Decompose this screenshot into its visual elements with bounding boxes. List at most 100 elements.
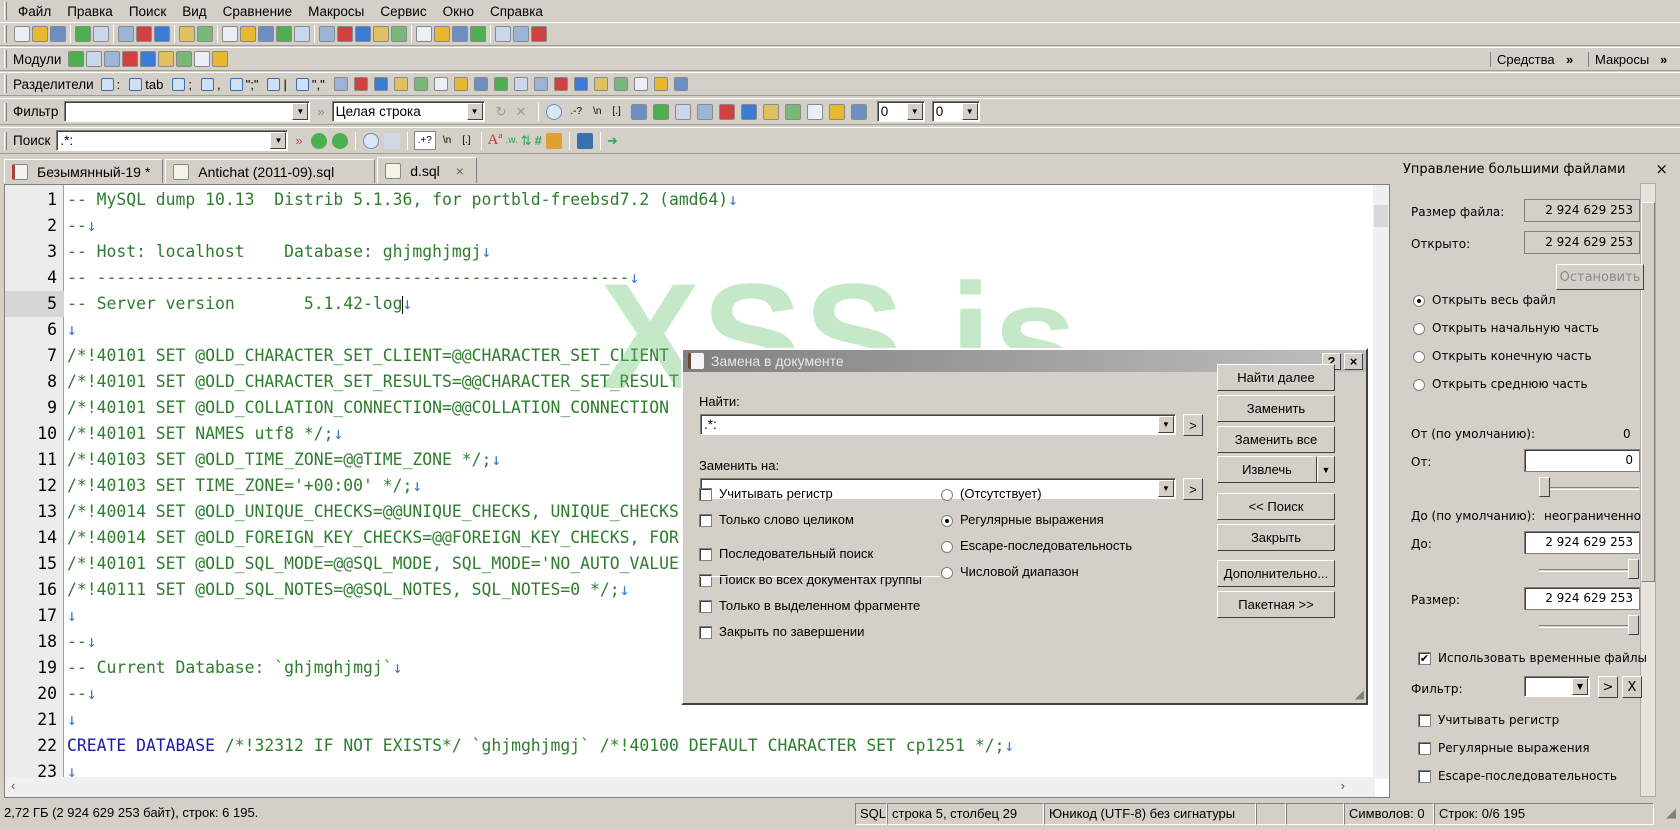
open-mode-radio[interactable]: Открыть начальную часть xyxy=(1413,321,1599,335)
sort-za-icon[interactable] xyxy=(433,77,448,91)
whole-word-icon[interactable] xyxy=(652,103,669,120)
case-icon[interactable] xyxy=(630,103,647,120)
sort-az-icon[interactable] xyxy=(413,77,428,91)
panel-filter-select[interactable]: ▼ xyxy=(1524,676,1590,697)
scroll-left-icon[interactable]: ‹ xyxy=(11,778,15,793)
dropdown-arrow-icon[interactable]: ▼ xyxy=(292,103,309,120)
encoding[interactable]: Юникод (UTF-8) без сигнатуры xyxy=(1044,803,1256,825)
copy-icon[interactable] xyxy=(136,26,152,42)
option-checkbox[interactable]: Последовательный поиск xyxy=(699,546,873,562)
scroll-thumb[interactable] xyxy=(1641,202,1655,582)
table-icon[interactable] xyxy=(86,51,103,67)
dropdown-arrow-icon[interactable]: ▼ xyxy=(1572,678,1588,695)
menu-macros[interactable]: Макросы xyxy=(300,4,372,19)
cut-icon[interactable] xyxy=(118,26,134,42)
filter-context-before[interactable]: 0 ▼ xyxy=(876,101,925,122)
save-icon[interactable] xyxy=(50,26,66,42)
from-slider[interactable] xyxy=(1539,477,1639,497)
charmap-icon[interactable] xyxy=(212,51,229,67)
show-lines-icon[interactable] xyxy=(718,103,735,120)
separator-button[interactable]: "," xyxy=(295,77,325,92)
option-checkbox[interactable]: Учитывать регистр xyxy=(699,486,833,502)
slider-knob[interactable] xyxy=(1628,559,1639,579)
window-icon[interactable] xyxy=(122,51,139,67)
search-input[interactable]: .*: ▼ xyxy=(56,130,289,151)
open-folder-icon[interactable] xyxy=(32,26,48,42)
clear-icon[interactable]: ✕ xyxy=(516,104,527,120)
stop-button[interactable]: Остановить xyxy=(1556,264,1644,290)
option-checkbox[interactable]: Закрыть по завершении xyxy=(699,624,864,640)
csv-icon[interactable] xyxy=(393,77,408,91)
merge-icon[interactable] xyxy=(613,77,628,91)
scroll-right-icon[interactable]: › xyxy=(1341,778,1345,793)
escape-toggle[interactable]: [.] xyxy=(612,106,620,117)
separator-button[interactable]: tab xyxy=(128,77,163,92)
dropdown-arrow-icon[interactable]: ▼ xyxy=(1158,416,1174,433)
globe-icon[interactable] xyxy=(416,26,432,42)
close-button[interactable]: Закрыть xyxy=(1217,524,1335,551)
batch-button[interactable]: Пакетная >> xyxy=(1217,591,1335,618)
separator-button[interactable]: ";" xyxy=(229,77,258,92)
arrow-right-icon[interactable]: ➜ xyxy=(607,133,618,149)
arrow-down-icon[interactable] xyxy=(762,103,779,120)
filter-dialog-icon[interactable] xyxy=(784,103,801,120)
resize-grip-icon[interactable]: ◢ xyxy=(1654,803,1680,825)
find-prev-icon[interactable] xyxy=(258,26,274,42)
search-mode-radio[interactable]: (Отсутствует) xyxy=(941,486,1042,501)
horizontal-scrollbar[interactable]: ‹ › xyxy=(5,777,1375,797)
regex-toggle[interactable]: .-? xyxy=(570,106,582,117)
filter-option-checkbox[interactable]: Учитывать регистр xyxy=(1418,713,1559,727)
extract-button[interactable]: Извлечь xyxy=(1217,456,1317,483)
panel-close-icon[interactable]: × xyxy=(1655,160,1668,178)
menu-view[interactable]: Вид xyxy=(174,4,214,19)
panel-filter-apply-button[interactable]: > xyxy=(1598,676,1618,698)
list-icon[interactable] xyxy=(104,51,121,67)
search-mode-radio[interactable]: Регулярные выражения xyxy=(941,512,1104,527)
output-icon[interactable] xyxy=(140,51,157,67)
tree-icon[interactable] xyxy=(391,26,407,42)
separator-button[interactable]: ; xyxy=(171,77,192,92)
resize-grip-icon[interactable]: ◢ xyxy=(1355,687,1364,701)
replace-button[interactable]: Заменить xyxy=(1217,395,1335,422)
dropdown-arrow-icon[interactable]: ▼ xyxy=(906,103,923,120)
tools-menu[interactable]: Средства xyxy=(1490,51,1555,67)
insert-icon[interactable] xyxy=(333,77,348,91)
print-icon[interactable] xyxy=(75,26,91,42)
panel-filter-clear-button[interactable]: X xyxy=(1622,676,1642,698)
compare-icon[interactable] xyxy=(373,26,389,42)
menu-tools[interactable]: Сервис xyxy=(372,4,434,19)
dropdown-arrow-icon[interactable]: ▼ xyxy=(270,132,287,149)
spell-icon[interactable] xyxy=(553,77,568,91)
folder-icon[interactable] xyxy=(68,51,85,67)
refresh-icon[interactable] xyxy=(355,26,371,42)
search-mode-radio[interactable]: Escape-последовательность xyxy=(941,538,1132,553)
tab-untitled[interactable]: Безымянный-19 * xyxy=(4,159,164,183)
columns-icon[interactable] xyxy=(319,26,335,42)
slider-knob[interactable] xyxy=(1628,615,1639,635)
pen-icon[interactable] xyxy=(828,103,845,120)
macro-edit-icon[interactable] xyxy=(452,26,468,42)
menu-help[interactable]: Справка xyxy=(482,4,551,19)
case-icon[interactable]: Aª xyxy=(488,132,503,149)
option-checkbox[interactable]: Только в выделенном фрагменте xyxy=(699,598,920,614)
ruler-icon[interactable] xyxy=(673,77,688,91)
find-all-icon[interactable] xyxy=(383,132,400,149)
filter-icon[interactable] xyxy=(294,26,310,42)
tab-d-sql[interactable]: d.sql × xyxy=(377,157,477,183)
list-results-icon[interactable] xyxy=(576,132,593,149)
stop-record-icon[interactable] xyxy=(495,26,511,42)
whole-word-icon[interactable]: .w. xyxy=(506,135,518,146)
menu-compare[interactable]: Сравнение xyxy=(215,4,300,19)
tree-filter-icon[interactable] xyxy=(850,103,867,120)
highlight-icon[interactable] xyxy=(545,132,562,149)
chart-icon[interactable] xyxy=(470,26,486,42)
find-next-icon[interactable] xyxy=(240,26,256,42)
filter-mode-select[interactable]: Целая строка ▼ xyxy=(331,101,485,122)
column-icon[interactable] xyxy=(373,77,388,91)
new-file-icon[interactable] xyxy=(14,26,30,42)
hide-lines-icon[interactable] xyxy=(740,103,757,120)
to-slider[interactable] xyxy=(1539,559,1639,579)
clipboard-icon[interactable] xyxy=(176,51,193,67)
filter-option-checkbox[interactable]: Регулярные выражения xyxy=(1418,741,1590,755)
macros-menu[interactable]: Макросы xyxy=(1588,51,1649,67)
